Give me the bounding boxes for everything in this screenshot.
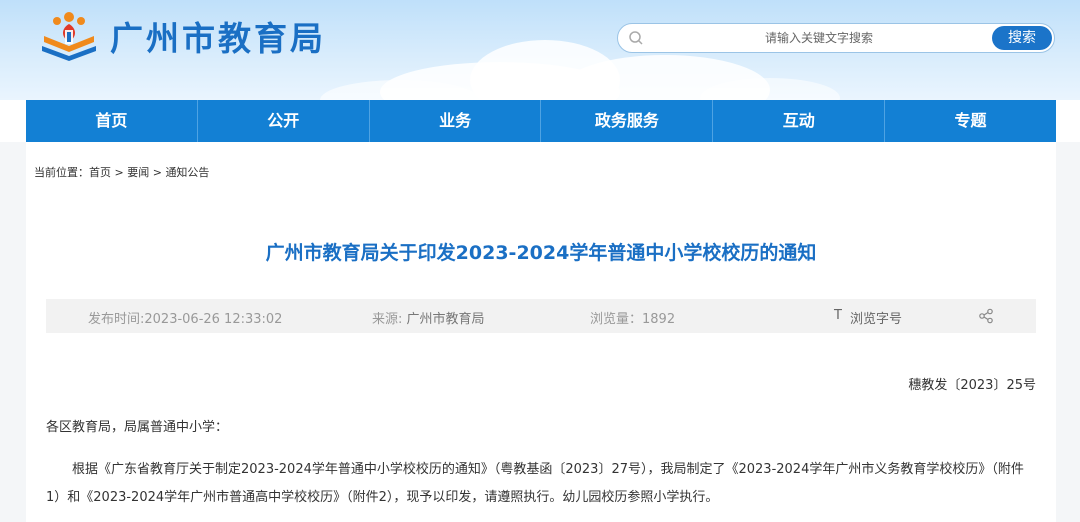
- site-header: 广州市教育局 搜索: [0, 0, 1080, 100]
- source: 来源: 广州市教育局: [372, 308, 485, 327]
- breadcrumb-separator: >: [152, 166, 162, 179]
- logo-emblem-icon[interactable]: [38, 8, 100, 64]
- nav-item-business[interactable]: 业务: [368, 100, 541, 142]
- nav-item-home[interactable]: 首页: [26, 100, 197, 142]
- source-label: 来源:: [372, 312, 407, 327]
- view-count: 浏览量：1892: [590, 312, 676, 327]
- page-gutter-right: [1056, 142, 1080, 522]
- breadcrumb: 当前位置：首页 > 要闻 > 通知公告: [34, 164, 209, 180]
- main-nav: 首页 公开 业务 政务服务 互动 专题: [26, 100, 1056, 142]
- font-size-icon[interactable]: T: [834, 308, 842, 323]
- article-container: 当前位置：首页 > 要闻 > 通知公告 广州市教育局关于印发2023-2024学…: [26, 142, 1056, 522]
- article-title: 广州市教育局关于印发2023-2024学年普通中小学校校历的通知: [265, 242, 817, 264]
- article-meta-bar: 发布时间:2023-06-26 12:33:02 来源: 广州市教育局 浏览量：…: [46, 299, 1036, 333]
- breadcrumb-item-news[interactable]: 要闻: [127, 166, 149, 179]
- salutation: 各区教育局，局属普通中小学：: [46, 420, 229, 435]
- search-box: 搜索: [617, 23, 1055, 53]
- page-gutter-left: [0, 142, 26, 522]
- search-icon: [628, 30, 644, 46]
- document-number: 穗教发〔2023〕25号: [908, 378, 1036, 393]
- article-body-paragraph: 根据《广东省教育厅关于制定2023-2024学年普通中小学校校历的通知》（粤教基…: [46, 462, 1024, 505]
- nav-item-interaction[interactable]: 互动: [712, 100, 884, 142]
- breadcrumb-separator: >: [114, 166, 124, 179]
- breadcrumb-item-home[interactable]: 首页: [89, 166, 111, 179]
- search-button[interactable]: 搜索: [992, 26, 1052, 50]
- nav-item-services[interactable]: 政务服务: [540, 100, 712, 142]
- nav-item-topics[interactable]: 专题: [884, 100, 1056, 142]
- breadcrumb-item-notices[interactable]: 通知公告: [165, 166, 209, 179]
- search-input[interactable]: [654, 28, 984, 48]
- publish-time: 发布时间:2023-06-26 12:33:02: [88, 312, 283, 327]
- font-size-button[interactable]: 浏览字号: [850, 308, 902, 327]
- breadcrumb-prefix: 当前位置：: [34, 166, 89, 179]
- site-name[interactable]: 广州市教育局: [110, 12, 326, 60]
- source-value: 广州市教育局: [406, 312, 485, 327]
- nav-item-public[interactable]: 公开: [196, 100, 369, 142]
- share-icon[interactable]: [978, 308, 994, 324]
